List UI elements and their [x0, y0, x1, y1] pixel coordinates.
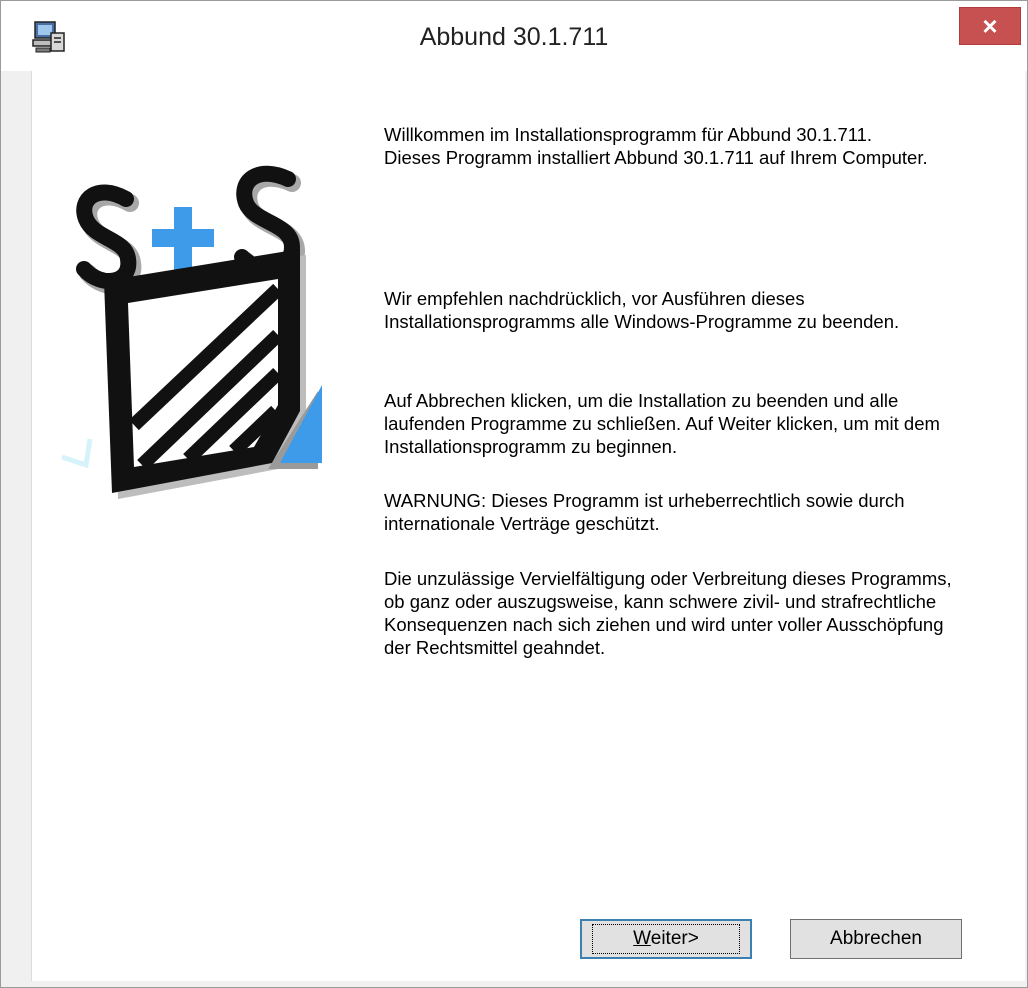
welcome-text: Willkommen im Installationsprogramm für … — [384, 123, 1014, 169]
window-title: Abbund 30.1.711 — [419, 23, 609, 51]
dialog-content: Willkommen im Installationsprogramm für … — [31, 71, 1025, 981]
cancel-info-paragraph: Auf Abbrechen klicken, um die Installati… — [384, 390, 940, 457]
close-icon: × — [982, 11, 998, 41]
title-bar[interactable]: Abbund 30.1.711 × — [1, 1, 1027, 71]
next-label-rest: eiter> — [650, 928, 699, 949]
next-button-label: Weiter> — [592, 924, 740, 954]
close-button[interactable]: × — [959, 7, 1021, 45]
installer-window: Abbund 30.1.711 × Willkommen im Installa… — [0, 0, 1028, 988]
legal-paragraph: Die unzulässige Vervielfältigung oder Ve… — [384, 568, 952, 658]
warning-paragraph: WARNUNG: Dieses Programm ist urheberrech… — [384, 490, 905, 534]
next-accelerator: W — [633, 928, 651, 949]
cancel-info-text: Auf Abbrechen klicken, um die Installati… — [384, 389, 974, 458]
legal-text: Die unzulässige Vervielfältigung oder Ve… — [384, 567, 974, 659]
welcome-line-1: Willkommen im Installationsprogramm für … — [384, 124, 873, 145]
sps-logo — [61, 165, 322, 499]
next-button[interactable]: Weiter> — [580, 919, 752, 959]
warning-text: WARNUNG: Dieses Programm ist urheberrech… — [384, 489, 974, 535]
cancel-button[interactable]: Abbrechen — [790, 919, 962, 959]
recommend-paragraph: Wir empfehlen nachdrücklich, vor Ausführ… — [384, 288, 900, 332]
welcome-line-2: Dieses Programm installiert Abbund 30.1.… — [384, 147, 928, 168]
recommend-text: Wir empfehlen nachdrücklich, vor Ausführ… — [384, 287, 974, 333]
